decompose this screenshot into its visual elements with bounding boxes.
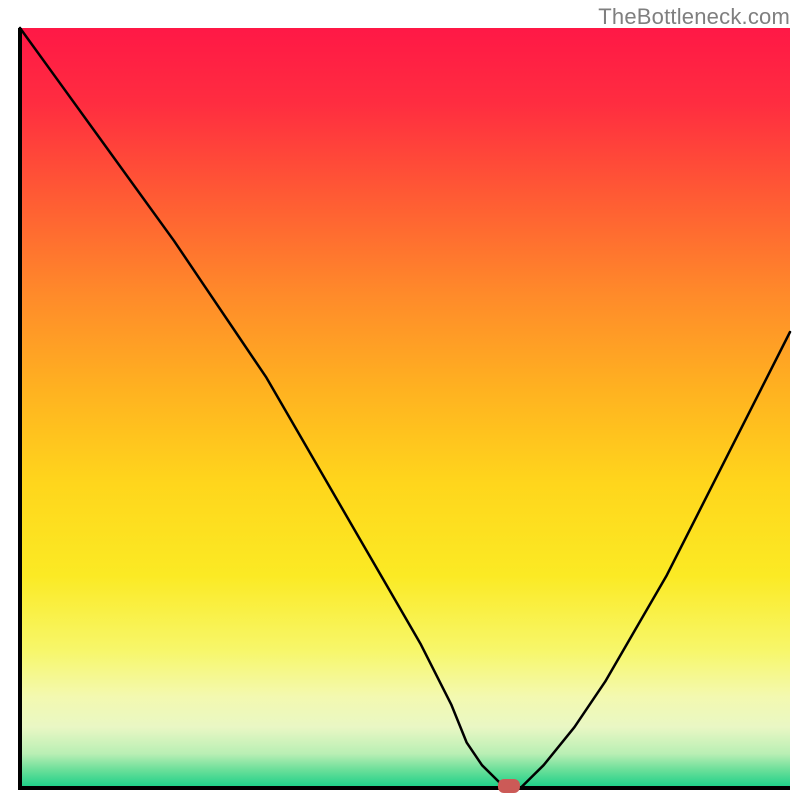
- chart-container: TheBottleneck.com: [0, 0, 800, 800]
- bottleneck-chart: [0, 0, 800, 800]
- plot-background: [20, 28, 790, 788]
- watermark-text: TheBottleneck.com: [598, 4, 790, 30]
- optimum-marker: [498, 779, 520, 793]
